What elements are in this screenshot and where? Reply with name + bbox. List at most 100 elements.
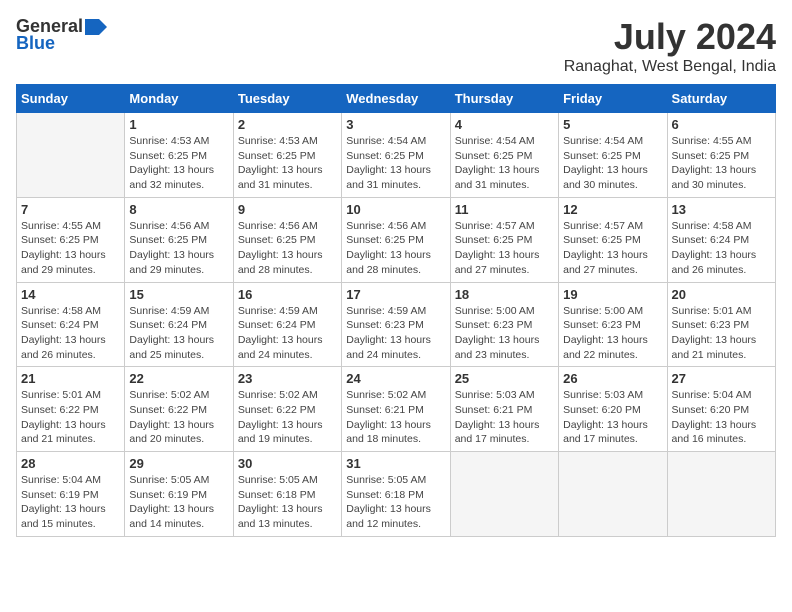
cell-info: Sunrise: 4:57 AM Sunset: 6:25 PM Dayligh… <box>563 219 662 278</box>
cell-info: Sunrise: 4:54 AM Sunset: 6:25 PM Dayligh… <box>455 134 554 193</box>
calendar-cell: 2 Sunrise: 4:53 AM Sunset: 6:25 PM Daylig… <box>233 113 341 198</box>
calendar-cell: 1Sunrise: 4:53 AM Sunset: 6:25 PM Daylig… <box>125 113 233 198</box>
cell-info: Sunrise: 4:56 AM Sunset: 6:25 PM Dayligh… <box>346 219 445 278</box>
calendar-cell: 31 Sunrise: 5:05 AM Sunset: 6:18 PM Dayli… <box>342 452 450 537</box>
cell-info: Sunrise: 5:00 AM Sunset: 6:23 PM Dayligh… <box>455 304 554 363</box>
weekday-header-saturday: Saturday <box>667 85 775 113</box>
day-number: 23 <box>238 371 337 386</box>
calendar-cell <box>559 452 667 537</box>
month-year-title: July 2024 <box>564 16 776 58</box>
calendar-cell <box>667 452 775 537</box>
cell-info: Sunrise: 4:59 AM Sunset: 6:24 PM Dayligh… <box>238 304 337 363</box>
day-number: 9 <box>238 202 337 217</box>
day-number: 15 <box>129 287 228 302</box>
logo-text-blue: Blue <box>16 33 55 54</box>
calendar-cell: 15 Sunrise: 4:59 AM Sunset: 6:24 PM Dayli… <box>125 282 233 367</box>
cell-info: Sunrise: 4:54 AM Sunset: 6:25 PM Dayligh… <box>346 134 445 193</box>
day-number: 19 <box>563 287 662 302</box>
day-number: 13 <box>672 202 771 217</box>
cell-info: Sunrise: 4:58 AM Sunset: 6:24 PM Dayligh… <box>672 219 771 278</box>
weekday-header-row: SundayMondayTuesdayWednesdayThursdayFrid… <box>17 85 776 113</box>
day-number: 27 <box>672 371 771 386</box>
calendar-cell: 29 Sunrise: 5:05 AM Sunset: 6:19 PM Dayli… <box>125 452 233 537</box>
logo-arrow-icon <box>85 19 107 35</box>
day-number: 28 <box>21 456 120 471</box>
weekday-header-monday: Monday <box>125 85 233 113</box>
calendar-cell: 28 Sunrise: 5:04 AM Sunset: 6:19 PM Dayli… <box>17 452 125 537</box>
calendar-cell: 13 Sunrise: 4:58 AM Sunset: 6:24 PM Dayli… <box>667 197 775 282</box>
calendar-cell <box>17 113 125 198</box>
day-number: 29 <box>129 456 228 471</box>
day-number: 31 <box>346 456 445 471</box>
cell-info: Sunrise: 5:03 AM Sunset: 6:21 PM Dayligh… <box>455 388 554 447</box>
day-number: 21 <box>21 371 120 386</box>
calendar-cell: 26Sunrise: 5:03 AM Sunset: 6:20 PM Dayli… <box>559 367 667 452</box>
day-number: 11 <box>455 202 554 217</box>
cell-info: Sunrise: 4:59 AM Sunset: 6:24 PM Dayligh… <box>129 304 228 363</box>
day-number: 26 <box>563 371 662 386</box>
calendar-cell: 22 Sunrise: 5:02 AM Sunset: 6:22 PM Dayli… <box>125 367 233 452</box>
cell-info: Sunrise: 5:05 AM Sunset: 6:19 PM Dayligh… <box>129 473 228 532</box>
weekday-header-thursday: Thursday <box>450 85 558 113</box>
calendar-week-row: 21 Sunrise: 5:01 AM Sunset: 6:22 PM Dayli… <box>17 367 776 452</box>
cell-info: Sunrise: 5:04 AM Sunset: 6:20 PM Dayligh… <box>672 388 771 447</box>
calendar-cell: 11 Sunrise: 4:57 AM Sunset: 6:25 PM Dayli… <box>450 197 558 282</box>
weekday-header-tuesday: Tuesday <box>233 85 341 113</box>
calendar-cell: 27 Sunrise: 5:04 AM Sunset: 6:20 PM Dayli… <box>667 367 775 452</box>
cell-info: Sunrise: 5:05 AM Sunset: 6:18 PM Dayligh… <box>238 473 337 532</box>
calendar-cell: 14Sunrise: 4:58 AM Sunset: 6:24 PM Dayli… <box>17 282 125 367</box>
calendar-week-row: 14Sunrise: 4:58 AM Sunset: 6:24 PM Dayli… <box>17 282 776 367</box>
cell-info: Sunrise: 5:02 AM Sunset: 6:22 PM Dayligh… <box>129 388 228 447</box>
day-number: 22 <box>129 371 228 386</box>
calendar-cell: 3 Sunrise: 4:54 AM Sunset: 6:25 PM Daylig… <box>342 113 450 198</box>
calendar-cell: 23 Sunrise: 5:02 AM Sunset: 6:22 PM Dayli… <box>233 367 341 452</box>
calendar-cell: 12 Sunrise: 4:57 AM Sunset: 6:25 PM Dayli… <box>559 197 667 282</box>
cell-info: Sunrise: 4:55 AM Sunset: 6:25 PM Dayligh… <box>672 134 771 193</box>
cell-info: Sunrise: 4:59 AM Sunset: 6:23 PM Dayligh… <box>346 304 445 363</box>
calendar-cell: 30Sunrise: 5:05 AM Sunset: 6:18 PM Dayli… <box>233 452 341 537</box>
cell-info: Sunrise: 4:57 AM Sunset: 6:25 PM Dayligh… <box>455 219 554 278</box>
location-subtitle: Ranaghat, West Bengal, India <box>564 58 776 76</box>
cell-info: Sunrise: 5:01 AM Sunset: 6:22 PM Dayligh… <box>21 388 120 447</box>
day-number: 2 <box>238 117 337 132</box>
day-number: 5 <box>563 117 662 132</box>
cell-info: Sunrise: 4:53 AM Sunset: 6:25 PM Dayligh… <box>238 134 337 193</box>
calendar-cell: 21 Sunrise: 5:01 AM Sunset: 6:22 PM Dayli… <box>17 367 125 452</box>
calendar-week-row: 28 Sunrise: 5:04 AM Sunset: 6:19 PM Dayli… <box>17 452 776 537</box>
day-number: 17 <box>346 287 445 302</box>
day-number: 7 <box>21 202 120 217</box>
calendar-cell: 18 Sunrise: 5:00 AM Sunset: 6:23 PM Dayli… <box>450 282 558 367</box>
logo: General Blue <box>16 16 107 54</box>
calendar-cell: 16Sunrise: 4:59 AM Sunset: 6:24 PM Dayli… <box>233 282 341 367</box>
day-number: 24 <box>346 371 445 386</box>
cell-info: Sunrise: 4:56 AM Sunset: 6:25 PM Dayligh… <box>129 219 228 278</box>
calendar-cell: 24 Sunrise: 5:02 AM Sunset: 6:21 PM Dayli… <box>342 367 450 452</box>
day-number: 1 <box>129 117 228 132</box>
day-number: 18 <box>455 287 554 302</box>
calendar-cell: 20Sunrise: 5:01 AM Sunset: 6:23 PM Dayli… <box>667 282 775 367</box>
day-number: 14 <box>21 287 120 302</box>
calendar-cell: 4Sunrise: 4:54 AM Sunset: 6:25 PM Daylig… <box>450 113 558 198</box>
cell-info: Sunrise: 5:05 AM Sunset: 6:18 PM Dayligh… <box>346 473 445 532</box>
calendar-week-row: 7Sunrise: 4:55 AM Sunset: 6:25 PM Daylig… <box>17 197 776 282</box>
cell-info: Sunrise: 5:02 AM Sunset: 6:21 PM Dayligh… <box>346 388 445 447</box>
day-number: 12 <box>563 202 662 217</box>
weekday-header-friday: Friday <box>559 85 667 113</box>
calendar-cell: 17 Sunrise: 4:59 AM Sunset: 6:23 PM Dayli… <box>342 282 450 367</box>
cell-info: Sunrise: 5:04 AM Sunset: 6:19 PM Dayligh… <box>21 473 120 532</box>
title-area: July 2024 Ranaghat, West Bengal, India <box>564 16 776 76</box>
calendar-cell: 10 Sunrise: 4:56 AM Sunset: 6:25 PM Dayli… <box>342 197 450 282</box>
day-number: 25 <box>455 371 554 386</box>
cell-info: Sunrise: 5:02 AM Sunset: 6:22 PM Dayligh… <box>238 388 337 447</box>
page-header: General Blue July 2024 Ranaghat, West Be… <box>16 16 776 76</box>
day-number: 8 <box>129 202 228 217</box>
weekday-header-wednesday: Wednesday <box>342 85 450 113</box>
calendar-cell: 5Sunrise: 4:54 AM Sunset: 6:25 PM Daylig… <box>559 113 667 198</box>
calendar-cell: 19Sunrise: 5:00 AM Sunset: 6:23 PM Dayli… <box>559 282 667 367</box>
calendar-week-row: 1 Sunrise: 4:53 AM Sunset: 6:25 PM Daylig… <box>17 113 776 198</box>
day-number: 10 <box>346 202 445 217</box>
day-number: 3 <box>346 117 445 132</box>
weekday-header-sunday: Sunday <box>17 85 125 113</box>
day-number: 20 <box>672 287 771 302</box>
day-number: 6 <box>672 117 771 132</box>
